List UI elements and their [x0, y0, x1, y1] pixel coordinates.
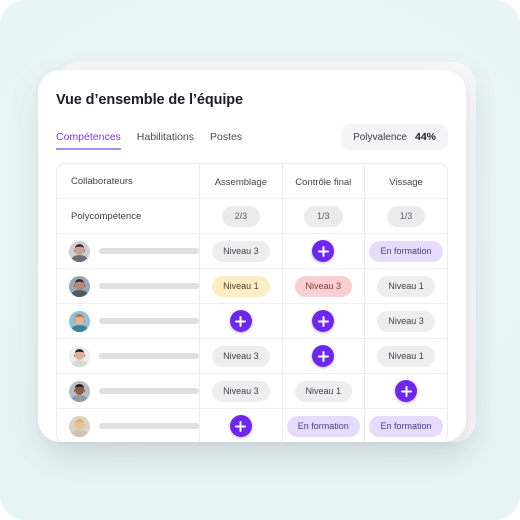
summary-cell-vissage: 1/3	[364, 198, 447, 235]
avatar	[69, 275, 90, 297]
skills-table: Collaborateurs Assemblage Contrôle final…	[57, 164, 447, 442]
skill-cell-vissage	[364, 373, 447, 410]
avatar	[69, 380, 90, 402]
table-row: Niveau 3 Niveau 1	[57, 338, 447, 375]
skill-cell-vissage: Niveau 3	[364, 303, 447, 340]
skill-level-badge[interactable]: Niveau 3	[294, 275, 353, 297]
skill-cell-controle-final: Niveau 3	[282, 268, 366, 305]
add-skill-button[interactable]	[229, 310, 252, 333]
team-overview-card: Vue d’ensemble de l’équipe Compétences H…	[38, 70, 466, 442]
add-skill-button[interactable]	[312, 240, 335, 263]
count-badge: 1/3	[386, 205, 426, 227]
polyvalence-label: Polyvalence	[353, 131, 407, 143]
skill-level-badge[interactable]: Niveau 3	[212, 345, 270, 367]
collaborator-name-placeholder	[99, 283, 200, 290]
skills-table-container: Collaborateurs Assemblage Contrôle final…	[56, 163, 448, 442]
tab-list: Compétences Habilitations Postes	[56, 124, 242, 151]
collaborator-name-placeholder	[99, 423, 200, 430]
skill-level-badge[interactable]: Niveau 1	[377, 275, 435, 297]
table-row: Niveau 3	[57, 303, 447, 340]
skill-level-badge[interactable]: Niveau 1	[212, 275, 270, 297]
skill-cell-vissage: Niveau 1	[364, 338, 447, 375]
collaborator-cell	[57, 233, 201, 270]
skill-cell-vissage: En formation	[365, 409, 447, 442]
avatar	[69, 310, 90, 332]
tab-habilitations[interactable]: Habilitations	[137, 131, 194, 150]
count-badge: 2/3	[221, 205, 261, 227]
screenshot-canvas: Vue d’ensemble de l’équipe Compétences H…	[0, 0, 520, 520]
summary-row-label-cell: Polycompétence	[57, 198, 201, 235]
column-header-assemblage: Assemblage	[199, 164, 283, 200]
avatar	[69, 345, 90, 367]
polyvalence-badge: Polyvalence 44%	[341, 124, 448, 151]
collaborator-cell	[57, 303, 201, 340]
collaborator-cell	[57, 408, 201, 442]
skills-table-body: Polycompétence 2/3 1/3 1/3 Niveau 3 En f…	[57, 198, 447, 442]
add-skill-button[interactable]	[312, 345, 335, 368]
skill-cell-controle-final: Niveau 1	[282, 373, 366, 410]
skill-cell-assemblage: Niveau 1	[199, 268, 283, 305]
skill-cell-vissage: Niveau 1	[364, 268, 447, 305]
skill-cell-assemblage	[199, 303, 283, 340]
collaborator-cell	[57, 373, 201, 410]
collaborator-name-placeholder	[99, 248, 200, 255]
count-badge: 1/3	[304, 205, 343, 227]
table-header-row: Collaborateurs Assemblage Contrôle final…	[57, 164, 447, 200]
tab-postes[interactable]: Postes	[210, 131, 242, 150]
skill-level-badge[interactable]: Niveau 3	[377, 310, 435, 332]
skill-cell-controle-final	[282, 338, 366, 375]
skill-cell-assemblage: Niveau 3	[199, 373, 283, 410]
collaborator-name-placeholder	[99, 318, 200, 325]
skill-cell-assemblage: Niveau 3	[199, 338, 283, 375]
collaborator-name-placeholder	[99, 353, 200, 360]
tabs-row: Compétences Habilitations Postes Polyval…	[56, 123, 448, 151]
add-skill-button[interactable]	[229, 415, 252, 438]
page-title: Vue d’ensemble de l’équipe	[56, 92, 244, 108]
skill-cell-controle-final: En formation	[282, 408, 366, 442]
add-skill-button[interactable]	[395, 380, 417, 403]
skill-level-badge[interactable]: En formation	[286, 415, 360, 437]
add-skill-button[interactable]	[312, 310, 335, 333]
skill-cell-assemblage: Niveau 3	[199, 233, 283, 270]
skill-level-badge[interactable]: Niveau 1	[377, 345, 435, 367]
table-row: En formation En formation	[57, 408, 447, 442]
column-header-collaborateurs: Collaborateurs	[57, 164, 201, 200]
tab-competences[interactable]: Compétences	[56, 131, 121, 151]
summary-cell-controle-final: 1/3	[282, 198, 366, 235]
skill-cell-controle-final	[282, 303, 366, 340]
column-header-controle-final: Contrôle final	[282, 164, 366, 200]
table-row: Niveau 1 Niveau 3 Niveau 1	[57, 268, 447, 305]
polyvalence-value: 44%	[414, 131, 436, 144]
skill-cell-assemblage	[199, 408, 283, 442]
collaborator-cell	[57, 268, 201, 305]
collaborator-name-placeholder	[99, 388, 200, 395]
summary-cell-assemblage: 2/3	[199, 198, 283, 235]
table-row: Niveau 3 Niveau 1	[57, 373, 447, 410]
skill-level-badge[interactable]: Niveau 1	[294, 380, 353, 402]
summary-row-polycompetence: Polycompétence 2/3 1/3 1/3	[57, 198, 447, 235]
skill-cell-controle-final	[282, 233, 366, 270]
table-row: Niveau 3 En formation	[57, 233, 447, 270]
column-header-vissage: Vissage	[364, 164, 447, 200]
avatar	[69, 415, 90, 437]
collaborator-cell	[57, 338, 201, 375]
skill-cell-vissage: En formation	[364, 233, 447, 270]
skill-level-badge[interactable]: Niveau 3	[212, 380, 270, 402]
skill-level-badge[interactable]: Niveau 3	[212, 240, 270, 262]
skill-level-badge[interactable]: En formation	[369, 415, 443, 437]
avatar	[69, 240, 90, 262]
skill-level-badge[interactable]: En formation	[369, 240, 443, 262]
